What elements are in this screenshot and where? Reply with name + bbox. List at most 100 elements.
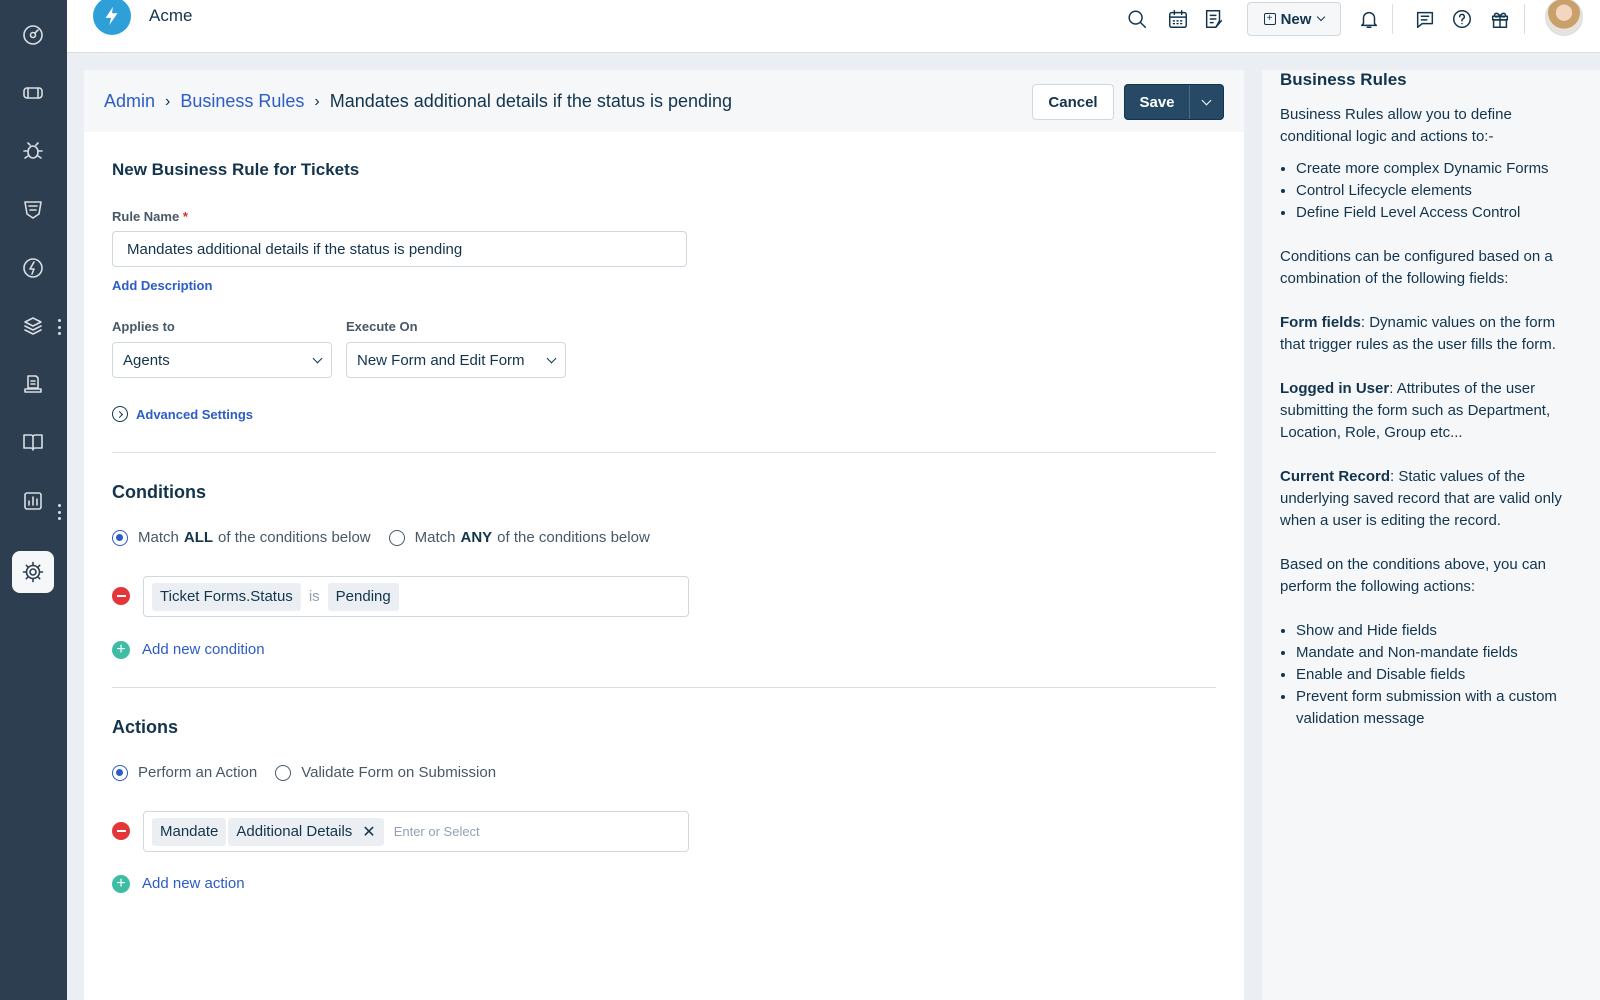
chevron-down-icon <box>546 353 557 363</box>
save-options-button[interactable] <box>1189 85 1223 119</box>
admin-gear-icon[interactable] <box>12 551 54 593</box>
execute-on-select[interactable]: New Form and Edit Form <box>346 342 566 378</box>
list-item: Control Lifecycle elements <box>1296 180 1584 202</box>
plus-icon: + <box>1263 13 1276 25</box>
releases-icon[interactable] <box>12 247 54 289</box>
rule-name-input[interactable]: Mandates additional details if the statu… <box>112 231 687 267</box>
close-icon[interactable]: ✕ <box>362 822 375 842</box>
condition-field-chip[interactable]: Ticket Forms.Status <box>152 582 301 611</box>
notes-icon[interactable] <box>1201 6 1227 32</box>
action-field-chip[interactable]: Additional Details ✕ <box>228 817 384 846</box>
list-item: Create more complex Dynamic Forms <box>1296 158 1584 180</box>
assets-more-icon[interactable] <box>56 319 62 335</box>
list-item: Define Field Level Access Control <box>1296 202 1584 224</box>
business-rule-editor: Admin › Business Rules › Mandates additi… <box>84 70 1244 1000</box>
problems-icon[interactable] <box>12 130 54 172</box>
action-type-options: Perform an Action Validate Form on Submi… <box>112 764 496 781</box>
advanced-settings-label: Advanced Settings <box>136 406 254 422</box>
validate-form-label: Validate Form on Submission <box>301 764 497 781</box>
add-description-link[interactable]: Add Description <box>112 278 212 293</box>
execute-on-value: New Form and Edit Form <box>357 351 525 369</box>
required-marker: * <box>182 209 188 224</box>
perform-action-radio[interactable] <box>112 764 128 781</box>
action-field-label: Additional Details <box>236 823 353 840</box>
add-action-icon[interactable]: + <box>112 875 130 893</box>
remove-condition-icon[interactable] <box>112 587 130 605</box>
action-rule-field[interactable]: Mandate Additional Details ✕ Enter or Se… <box>143 811 689 852</box>
applies-to-label: Applies to <box>112 319 175 334</box>
notification-bell-icon[interactable] <box>1356 6 1382 32</box>
add-condition-icon[interactable]: + <box>112 641 130 659</box>
chevron-right-icon: › <box>314 92 320 110</box>
dashboard-icon[interactable] <box>12 14 54 56</box>
changes-icon[interactable] <box>12 188 54 230</box>
solutions-icon[interactable] <box>12 421 54 463</box>
new-button-label: New <box>1280 10 1312 28</box>
chevron-down-icon <box>1201 95 1212 105</box>
condition-match-options: Match ALL of the conditions below Match … <box>112 529 650 546</box>
advanced-settings-toggle[interactable]: Advanced Settings <box>112 406 253 422</box>
conditions-heading: Conditions <box>112 482 206 502</box>
validate-form-radio[interactable] <box>275 764 292 781</box>
list-item: Show and Hide fields <box>1296 620 1584 642</box>
help-title: Business Rules <box>1280 70 1407 89</box>
chevron-down-icon <box>312 353 323 363</box>
assets-icon[interactable] <box>12 305 54 347</box>
divider <box>1392 4 1393 34</box>
new-button[interactable]: + New <box>1247 2 1341 36</box>
contracts-icon[interactable] <box>12 363 54 405</box>
search-icon[interactable] <box>1124 6 1150 32</box>
help-term: Form fields <box>1280 314 1361 331</box>
match-any-prefix: Match <box>414 529 456 546</box>
condition-rule-field[interactable]: Ticket Forms.Status is Pending <box>143 576 689 617</box>
tickets-icon[interactable] <box>12 72 54 114</box>
match-all-suffix: of the conditions below <box>218 529 371 546</box>
cancel-button[interactable]: Cancel <box>1032 84 1114 120</box>
save-button-group: Save <box>1124 84 1224 120</box>
page-title: Mandates additional details if the statu… <box>329 91 733 111</box>
calendar-icon[interactable] <box>1165 6 1191 32</box>
action-type-chip[interactable]: Mandate <box>152 817 227 846</box>
remove-action-icon[interactable] <box>112 822 130 840</box>
add-action-link[interactable]: Add new action <box>142 875 245 892</box>
applies-to-select[interactable]: Agents <box>112 342 332 378</box>
perform-action-label: Perform an Action <box>138 764 258 781</box>
save-button[interactable]: Save <box>1125 85 1189 119</box>
breadcrumb-business-rules-link[interactable]: Business Rules <box>180 91 304 112</box>
chat-icon[interactable] <box>1412 6 1438 32</box>
help-form-fields: Form fields: Dynamic values on the form … <box>1280 312 1584 356</box>
app-logo-icon[interactable] <box>93 0 131 35</box>
help-current-record: Current Record: Static values of the und… <box>1280 466 1584 532</box>
help-panel: Business Rules Business Rules allow you … <box>1262 70 1600 1000</box>
add-condition-link[interactable]: Add new condition <box>142 641 265 658</box>
analytics-icon[interactable] <box>12 480 54 522</box>
actions-heading: Actions <box>112 717 179 737</box>
condition-value-chip[interactable]: Pending <box>327 582 399 611</box>
action-field-input[interactable]: Enter or Select <box>394 824 480 839</box>
chevron-right-icon: › <box>165 92 171 110</box>
form-title: New Business Rule for Tickets <box>112 160 360 179</box>
gift-icon[interactable] <box>1487 6 1513 32</box>
match-all-prefix: Match <box>138 529 179 546</box>
match-all-keyword: ALL <box>183 529 214 546</box>
breadcrumb: Admin › Business Rules › Mandates additi… <box>104 91 732 112</box>
avatar[interactable] <box>1545 0 1583 36</box>
chevron-right-circle-icon <box>112 406 128 422</box>
condition-operator[interactable]: is <box>309 588 320 605</box>
left-sidebar <box>0 0 67 1000</box>
list-item: Enable and Disable fields <box>1296 664 1584 686</box>
match-all-radio[interactable] <box>112 529 128 546</box>
list-item: Prevent form submission with a custom va… <box>1296 686 1584 730</box>
breadcrumb-admin-link[interactable]: Admin <box>104 91 155 112</box>
match-any-radio[interactable] <box>388 529 405 546</box>
help-intro: Business Rules allow you to define condi… <box>1280 106 1512 145</box>
rule-name-label: Rule Name * <box>112 209 188 224</box>
applies-to-value: Agents <box>123 351 170 369</box>
execute-on-label: Execute On <box>346 319 418 334</box>
help-icon[interactable] <box>1449 6 1475 32</box>
help-logged-in-user: Logged in User: Attributes of the user s… <box>1280 378 1584 444</box>
match-any-suffix: of the conditions below <box>497 529 650 546</box>
analytics-more-icon[interactable] <box>56 504 62 520</box>
divider <box>1524 4 1525 34</box>
help-actions-list: Show and Hide fields Mandate and Non-man… <box>1296 620 1584 730</box>
